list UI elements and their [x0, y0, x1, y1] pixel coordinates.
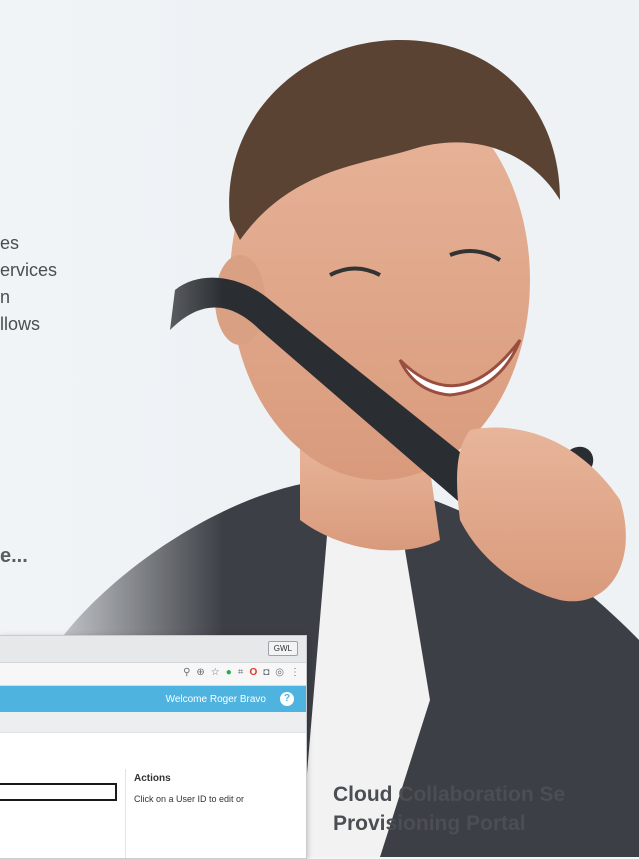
- portal-title-line-2: Provisioning Portal: [333, 812, 526, 835]
- actions-hint: Click on a User ID to edit or: [134, 794, 245, 804]
- browser-tabstrip: GWL: [0, 636, 306, 663]
- pin-icon[interactable]: ⚲: [183, 667, 190, 678]
- browser-window: GWL ⚲ ⊕ ☆ ● ⌗ O ◘ ◎ ⋮ Welcome Roger Brav…: [0, 635, 307, 859]
- menu-dots-icon[interactable]: ⋮: [290, 667, 300, 678]
- opera-icon[interactable]: O: [249, 667, 257, 678]
- welcome-text: Welcome Roger Bravo: [165, 694, 266, 705]
- green-extension-icon[interactable]: ●: [226, 667, 232, 678]
- screen-icon[interactable]: ⌗: [238, 667, 244, 678]
- star-icon[interactable]: ☆: [211, 667, 220, 678]
- tagline: e...: [0, 545, 28, 567]
- copy-line-1: es: [0, 233, 20, 253]
- sub-navbar: [0, 712, 306, 733]
- browser-toolbar: ⚲ ⊕ ☆ ● ⌗ O ◘ ◎ ⋮: [0, 663, 306, 686]
- camera-icon[interactable]: ◘: [263, 667, 269, 678]
- help-icon[interactable]: ?: [280, 692, 294, 706]
- marketing-copy: es ervices n llows: [0, 230, 57, 338]
- search-input[interactable]: [0, 783, 117, 801]
- copy-line-4: llows: [0, 314, 41, 334]
- gwl-badge[interactable]: GWL: [267, 641, 298, 656]
- extension-icon[interactable]: ◎: [275, 667, 284, 678]
- app-content: Actions Click on a User ID to edit or: [0, 733, 306, 858]
- actions-title: Actions: [134, 773, 171, 784]
- app-header: Welcome Roger Bravo ?: [0, 686, 306, 712]
- copy-line-2: ervices: [0, 260, 58, 280]
- extension-icons: ⚲ ⊕ ☆ ● ⌗ O ◘ ◎ ⋮: [183, 667, 300, 678]
- portal-title: Cloud Collaboration Se Provisioning Port…: [333, 780, 565, 838]
- actions-panel: Actions Click on a User ID to edit or: [125, 769, 299, 858]
- zoom-icon[interactable]: ⊕: [196, 667, 204, 678]
- portal-title-line-1: Cloud Collaboration Se: [333, 783, 566, 806]
- copy-line-3: n: [0, 287, 11, 307]
